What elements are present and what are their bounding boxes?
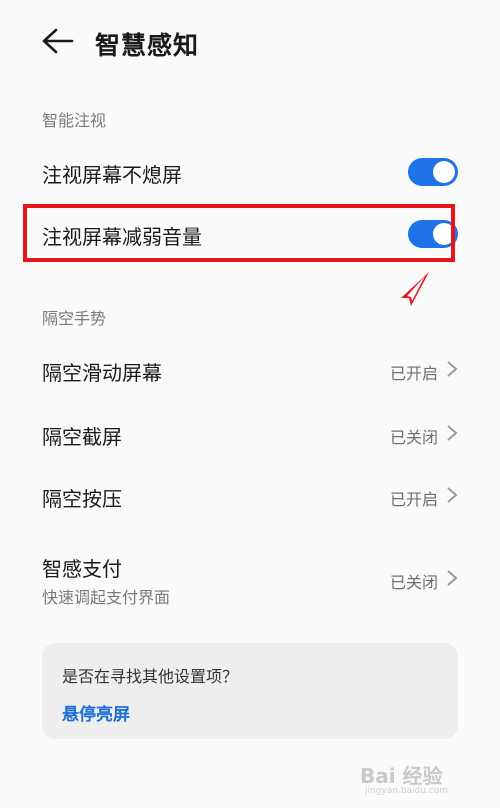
- setting-row-air-press[interactable]: 隔空按压 已开启: [0, 466, 500, 526]
- chevron-right-icon: [447, 487, 458, 503]
- annotation-arrow-icon: [401, 272, 429, 306]
- toggle-switch-keep-screen-on[interactable]: [408, 158, 458, 186]
- setting-row-air-screenshot[interactable]: 隔空截屏 已关闭: [0, 403, 500, 463]
- setting-status: 已关闭: [389, 573, 438, 592]
- setting-status: 已开启: [389, 490, 438, 509]
- watermark-logo: Bai 经验: [360, 764, 443, 788]
- chevron-right-icon: [447, 570, 458, 586]
- chevron-right-icon: [447, 425, 458, 441]
- setting-description: 快速调起支付界面: [42, 588, 171, 607]
- highlight-box: [23, 204, 455, 262]
- setting-label: 隔空截屏: [42, 425, 122, 449]
- suggestion-card: 是否在寻找其他设置项？ 悬停亮屏: [42, 643, 458, 739]
- section-label-air-gesture: 隔空手势: [42, 309, 107, 328]
- header-bar: 智慧感知: [0, 0, 500, 80]
- setting-row-air-swipe[interactable]: 隔空滑动屏幕 已开启: [0, 340, 500, 400]
- page-title: 智慧感知: [95, 31, 200, 60]
- suggestion-link[interactable]: 悬停亮屏: [62, 700, 130, 725]
- setting-label: 智感支付: [42, 557, 122, 581]
- watermark-url: jingyan.baidu.com: [365, 786, 449, 796]
- chevron-right-icon: [447, 361, 458, 377]
- setting-row-smart-pay[interactable]: 智感支付 快速调起支付界面 已关闭: [0, 540, 500, 620]
- setting-label: 隔空按压: [42, 487, 122, 511]
- setting-status: 已关闭: [389, 428, 438, 447]
- section-label-smart-gaze: 智能注视: [42, 111, 107, 130]
- setting-label: 隔空滑动屏幕: [42, 361, 162, 385]
- setting-row-keep-screen-on[interactable]: 注视屏幕不熄屏: [0, 145, 500, 201]
- setting-status: 已开启: [389, 364, 438, 383]
- suggestion-question: 是否在寻找其他设置项？: [62, 667, 239, 686]
- toggle-knob: [433, 161, 455, 183]
- back-arrow-icon[interactable]: [38, 26, 74, 56]
- setting-label: 注视屏幕不熄屏: [42, 163, 182, 187]
